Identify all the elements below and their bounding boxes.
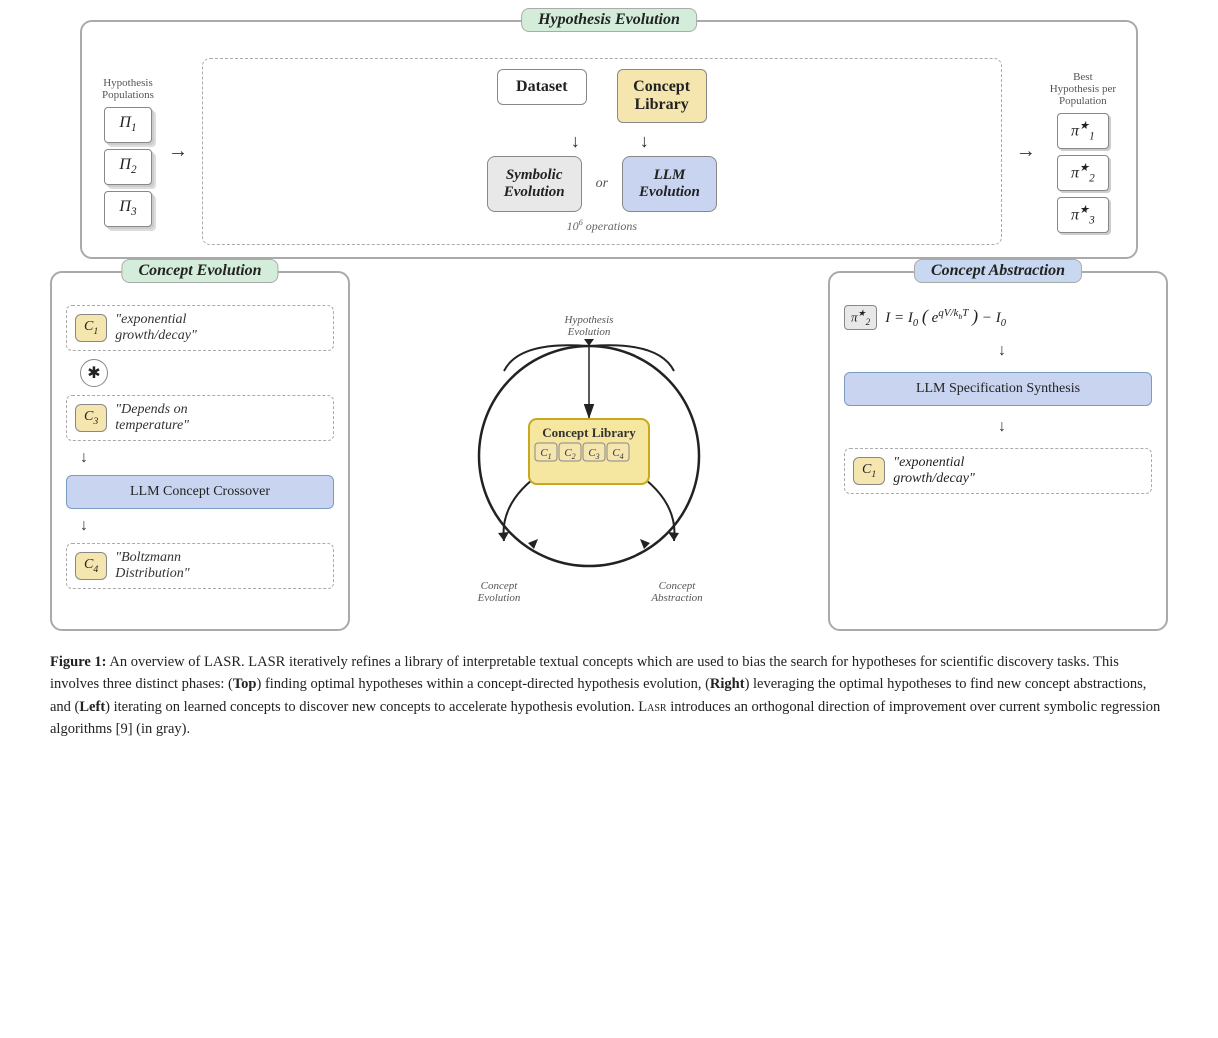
pop3-math: Π3	[119, 198, 136, 218]
c1-row: C1 "exponentialgrowth/decay"	[66, 305, 334, 351]
c4-text: "BoltzmannDistribution"	[115, 550, 189, 582]
caption-top-bold: Top	[233, 676, 257, 692]
c3-row: C3 "Depends ontemperature"	[66, 395, 334, 441]
equation-row: π★2 I = I0 ( eqV/kbT ) − I0	[844, 305, 1006, 330]
top-inner: HypothesisPopulations Π1 Π2 Π3 →	[102, 58, 1116, 245]
c1-badge: C1	[75, 314, 107, 342]
evolution-dashed-box: Dataset Concept Library ↓ ↓ Symbol	[202, 58, 1002, 245]
llm-evo-line1: LLM	[654, 167, 686, 183]
pop2-math: Π2	[119, 156, 136, 176]
figure-caption: Figure 1: An overview of LASR. LASR iter…	[50, 651, 1168, 741]
ops-label: 106 operations	[567, 218, 638, 234]
caption-text-4: ) iterating on learned concepts to disco…	[50, 699, 1160, 737]
c4-badge: C4	[75, 552, 107, 580]
caption-left-bold: Left	[79, 699, 105, 715]
svg-text:Evolution: Evolution	[567, 326, 611, 338]
sym-llm-row: Symbolic Evolution or LLM Evolution	[487, 156, 717, 212]
best3-math: π★3	[1071, 203, 1095, 227]
svg-text:Abstraction: Abstraction	[650, 592, 703, 604]
best-1: π★1	[1057, 113, 1109, 149]
symbolic-evolution-box: Symbolic Evolution	[487, 156, 582, 212]
cycle-svg: Hypothesis Evolution Concept Evolution C…	[439, 271, 739, 631]
svg-text:Evolution: Evolution	[477, 592, 521, 604]
arrow-to-crossover: ↓	[80, 449, 88, 467]
llm-evo-line2: Evolution	[639, 184, 700, 200]
concept-library-line1: Concept	[632, 78, 692, 96]
svg-text:Concept: Concept	[659, 580, 697, 592]
best-stack: π★1 π★2 π★3	[1057, 113, 1109, 233]
svg-text:Concept: Concept	[481, 580, 519, 592]
llm-evolution-box: LLM Evolution	[622, 156, 717, 212]
bottom-row: Concept Evolution C1 "exponentialgrowth/…	[50, 271, 1168, 631]
ce-inner: C1 "exponentialgrowth/decay" ✱ C3 "Depen…	[66, 305, 334, 589]
population-1: Π1	[104, 107, 152, 143]
arrow-eq-to-llm: ↓	[998, 342, 1006, 360]
c3-text: "Depends ontemperature"	[115, 402, 189, 434]
concept-evolution-title: Concept Evolution	[121, 259, 278, 283]
best-label: BestHypothesis perPopulation	[1050, 71, 1116, 107]
or-label: or	[596, 176, 608, 192]
caption-figure-label: Figure 1:	[50, 654, 107, 670]
best1-math: π★1	[1071, 119, 1095, 143]
arrow-evolution-to-best: →	[1016, 140, 1036, 163]
concept-library-top-box: Concept Library	[617, 69, 707, 123]
sym-evo-line1: Symbolic	[506, 167, 563, 183]
hypothesis-evolution-title: Hypothesis Evolution	[521, 8, 697, 32]
arrow-concept-down: ↓	[640, 131, 649, 152]
populations-col: HypothesisPopulations Π1 Π2 Π3	[102, 77, 154, 227]
pi2-badge: π★2	[844, 305, 877, 330]
result-row: C1 "exponentialgrowth/decay"	[844, 448, 1152, 494]
best2-math: π★2	[1071, 161, 1095, 185]
arrow-from-crossover: ↓	[80, 517, 88, 535]
star-operator: ✱	[80, 359, 108, 387]
population-3: Π3	[104, 191, 152, 227]
sym-evo-line2: Evolution	[504, 184, 565, 200]
svg-text:Concept Library: Concept Library	[542, 425, 636, 440]
arrow-dataset-down: ↓	[571, 131, 580, 152]
c4-row: C4 "BoltzmannDistribution"	[66, 543, 334, 589]
best-3: π★3	[1057, 197, 1109, 233]
dataset-box: Dataset	[497, 69, 587, 105]
ca-inner: π★2 I = I0 ( eqV/kbT ) − I0 ↓ LLM Specif…	[844, 305, 1152, 494]
pop-stack: Π1 Π2 Π3	[104, 107, 152, 227]
c3-badge: C3	[75, 404, 107, 432]
result-c1-badge: C1	[853, 457, 885, 485]
svg-text:Hypothesis: Hypothesis	[564, 314, 614, 326]
hypothesis-evolution-section: Hypothesis Evolution HypothesisPopulatio…	[80, 20, 1138, 259]
concept-library-line2: Library	[632, 96, 692, 114]
caption-text-2: ) finding optimal hypotheses within a co…	[256, 676, 709, 692]
center-diagram: Hypothesis Evolution Concept Evolution C…	[364, 271, 814, 631]
llm-crossover-box: LLM Concept Crossover	[66, 475, 334, 509]
concept-evolution-section: Concept Evolution C1 "exponentialgrowth/…	[50, 271, 350, 631]
populations-label: HypothesisPopulations	[102, 77, 154, 101]
figure-container: Hypothesis Evolution HypothesisPopulatio…	[40, 20, 1178, 741]
dataset-concept-row: Dataset Concept Library	[497, 69, 707, 123]
best-col: BestHypothesis perPopulation π★1 π★2 π★3	[1050, 71, 1116, 233]
arrow-llm-to-result: ↓	[998, 418, 1006, 436]
equation-text: I = I0 ( eqV/kbT ) − I0	[885, 306, 1006, 329]
concept-abstraction-section: Concept Abstraction π★2 I = I0 ( eqV/kbT…	[828, 271, 1168, 631]
population-2: Π2	[104, 149, 152, 185]
best-2: π★2	[1057, 155, 1109, 191]
caption-right-bold: Right	[710, 676, 745, 692]
arrow-populations-to-evolution: →	[168, 140, 188, 163]
llm-spec-box: LLM Specification Synthesis	[844, 372, 1152, 406]
result-c1-text: "exponentialgrowth/decay"	[893, 455, 975, 487]
pop1-math: Π1	[119, 114, 136, 134]
c1-text: "exponentialgrowth/decay"	[115, 312, 197, 344]
concept-abstraction-title: Concept Abstraction	[914, 259, 1082, 283]
